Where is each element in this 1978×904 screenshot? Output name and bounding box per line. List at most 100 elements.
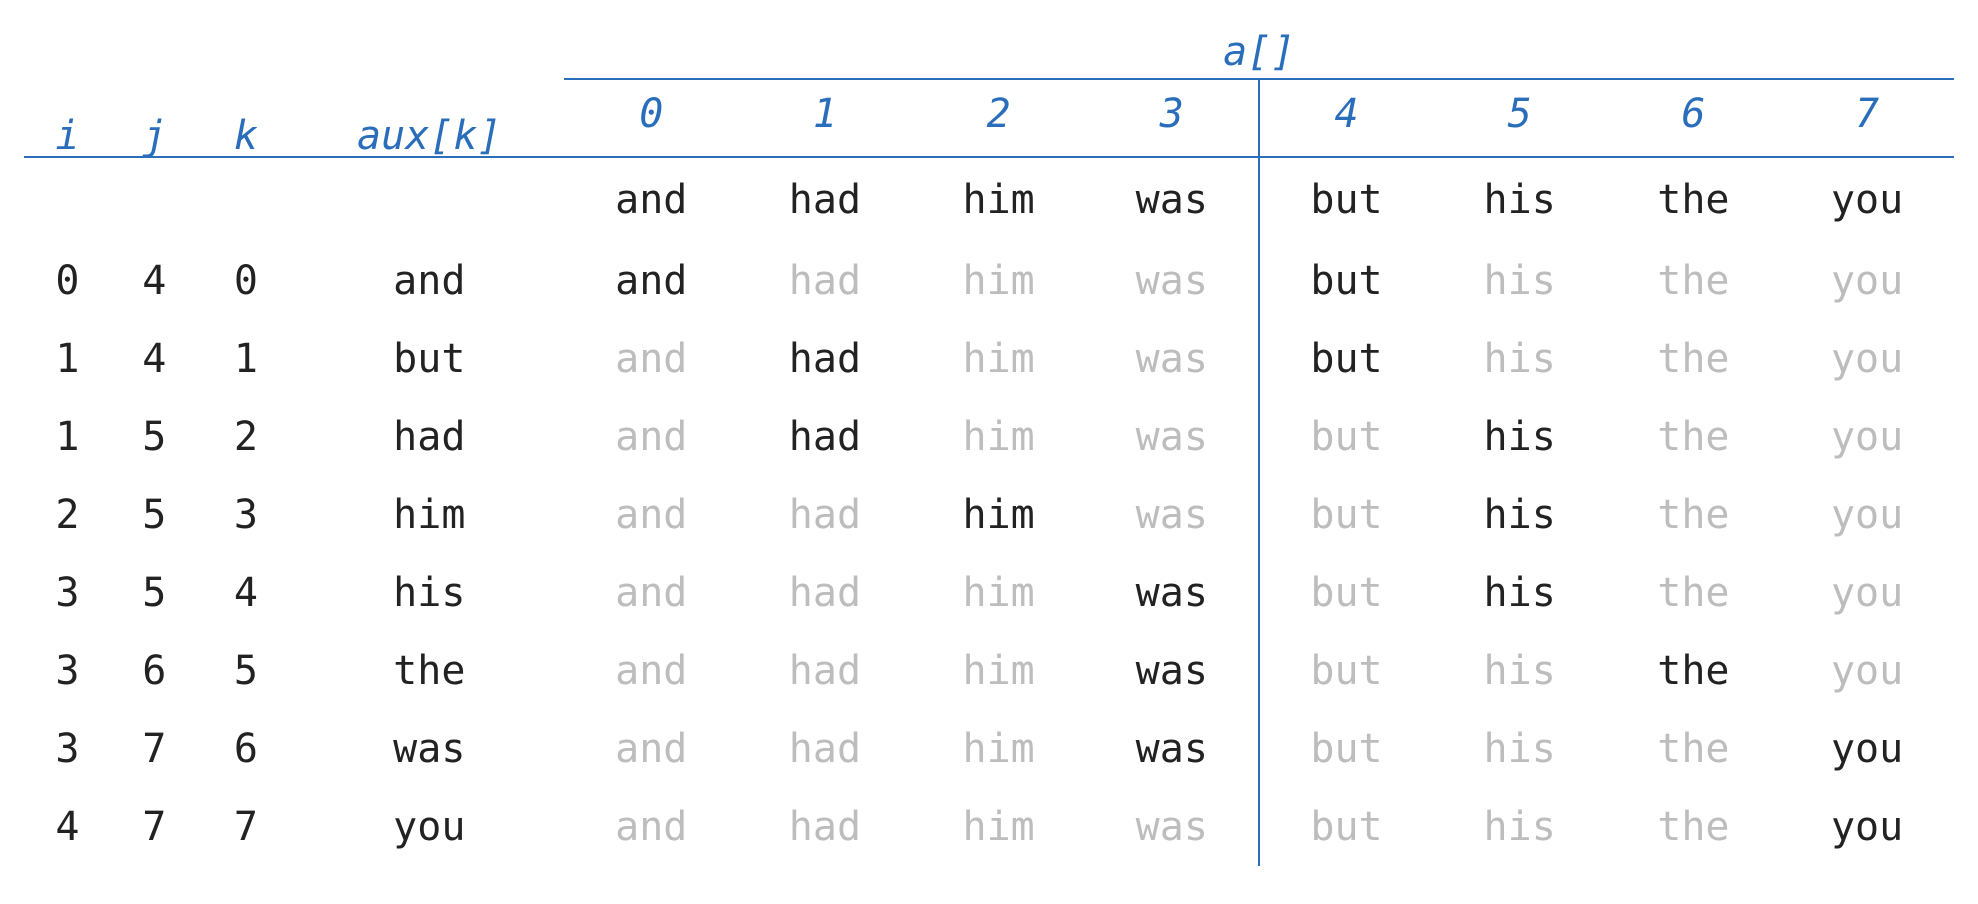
- aux-cell: and: [294, 242, 564, 320]
- index-cell: 3: [24, 554, 111, 632]
- table-row: 376wasandhadhimwasbuthistheyou: [24, 710, 1954, 788]
- array-cell: the: [1607, 632, 1781, 710]
- array-cell: his: [1433, 476, 1607, 554]
- aux-cell: was: [294, 710, 564, 788]
- array-cell: him: [912, 788, 1086, 866]
- array-cell: but: [1259, 242, 1433, 320]
- array-cell: him: [912, 710, 1086, 788]
- array-cell: and: [564, 788, 738, 866]
- aux-cell: the: [294, 632, 564, 710]
- col-header-a3: 3: [1085, 79, 1259, 157]
- index-cell: 4: [111, 320, 198, 398]
- array-cell: the: [1607, 157, 1781, 242]
- array-cell: was: [1085, 710, 1259, 788]
- col-header-k: k: [198, 10, 295, 157]
- array-cell: was: [1085, 554, 1259, 632]
- index-cell: 7: [111, 788, 198, 866]
- index-cell: 2: [198, 398, 295, 476]
- array-cell: but: [1259, 320, 1433, 398]
- table-body: andhadhimwasbuthistheyou040andandhadhimw…: [24, 157, 1954, 866]
- index-cell: [111, 157, 198, 242]
- array-cell: you: [1780, 157, 1954, 242]
- index-cell: 3: [24, 710, 111, 788]
- index-cell: 0: [198, 242, 295, 320]
- index-cell: 5: [111, 398, 198, 476]
- index-cell: 6: [198, 710, 295, 788]
- table-row: 040andandhadhimwasbuthistheyou: [24, 242, 1954, 320]
- col-header-aux: aux[k]: [294, 10, 564, 157]
- col-header-j: j: [111, 10, 198, 157]
- array-cell: his: [1433, 320, 1607, 398]
- index-cell: [24, 157, 111, 242]
- array-cell: had: [738, 157, 912, 242]
- array-cell: but: [1259, 476, 1433, 554]
- array-cell: his: [1433, 242, 1607, 320]
- table-row: 365theandhadhimwasbuthistheyou: [24, 632, 1954, 710]
- index-cell: 5: [111, 554, 198, 632]
- array-cell: but: [1259, 788, 1433, 866]
- index-cell: 7: [198, 788, 295, 866]
- array-cell: and: [564, 632, 738, 710]
- array-cell: his: [1433, 710, 1607, 788]
- aux-cell: his: [294, 554, 564, 632]
- aux-cell: but: [294, 320, 564, 398]
- array-cell: the: [1607, 554, 1781, 632]
- index-cell: 2: [24, 476, 111, 554]
- index-cell: 5: [111, 476, 198, 554]
- aux-cell: [294, 157, 564, 242]
- index-cell: 4: [24, 788, 111, 866]
- merge-trace-table: i j k aux[k] a[] 0 1 2 3 4 5 6 7 andhadh…: [24, 10, 1954, 866]
- array-cell: was: [1085, 632, 1259, 710]
- array-cell: him: [912, 398, 1086, 476]
- aux-cell: you: [294, 788, 564, 866]
- array-cell: and: [564, 242, 738, 320]
- col-header-a2: 2: [912, 79, 1086, 157]
- array-cell: had: [738, 476, 912, 554]
- array-cell: had: [738, 788, 912, 866]
- array-cell: the: [1607, 476, 1781, 554]
- array-cell: the: [1607, 788, 1781, 866]
- array-cell: the: [1607, 398, 1781, 476]
- array-cell: was: [1085, 242, 1259, 320]
- array-cell: had: [738, 710, 912, 788]
- array-cell: him: [912, 554, 1086, 632]
- table-row: 152hadandhadhimwasbuthistheyou: [24, 398, 1954, 476]
- array-cell: you: [1780, 554, 1954, 632]
- index-cell: 1: [24, 320, 111, 398]
- array-cell: his: [1433, 554, 1607, 632]
- array-cell: but: [1259, 157, 1433, 242]
- array-cell: his: [1433, 157, 1607, 242]
- col-header-a7: 7: [1780, 79, 1954, 157]
- col-header-a4: 4: [1259, 79, 1433, 157]
- array-cell: the: [1607, 320, 1781, 398]
- array-cell: him: [912, 476, 1086, 554]
- array-cell: but: [1259, 632, 1433, 710]
- array-cell: and: [564, 710, 738, 788]
- array-cell: was: [1085, 788, 1259, 866]
- array-cell: was: [1085, 157, 1259, 242]
- array-cell: his: [1433, 632, 1607, 710]
- array-cell: his: [1433, 788, 1607, 866]
- table-row: andhadhimwasbuthistheyou: [24, 157, 1954, 242]
- aux-cell: him: [294, 476, 564, 554]
- array-cell: you: [1780, 632, 1954, 710]
- table-row: 141butandhadhimwasbuthistheyou: [24, 320, 1954, 398]
- array-cell: and: [564, 476, 738, 554]
- array-cell: but: [1259, 554, 1433, 632]
- table-header: i j k aux[k] a[] 0 1 2 3 4 5 6 7: [24, 10, 1954, 157]
- table-row: 253himandhadhimwasbuthistheyou: [24, 476, 1954, 554]
- array-cell: had: [738, 554, 912, 632]
- array-cell: and: [564, 398, 738, 476]
- array-cell: you: [1780, 710, 1954, 788]
- array-cell: you: [1780, 320, 1954, 398]
- array-cell: was: [1085, 398, 1259, 476]
- index-cell: 4: [198, 554, 295, 632]
- array-cell: you: [1780, 788, 1954, 866]
- col-header-a6: 6: [1607, 79, 1781, 157]
- array-cell: had: [738, 398, 912, 476]
- table-row: 477youandhadhimwasbuthistheyou: [24, 788, 1954, 866]
- index-cell: 0: [24, 242, 111, 320]
- index-cell: 3: [24, 632, 111, 710]
- array-cell: and: [564, 554, 738, 632]
- array-cell: the: [1607, 242, 1781, 320]
